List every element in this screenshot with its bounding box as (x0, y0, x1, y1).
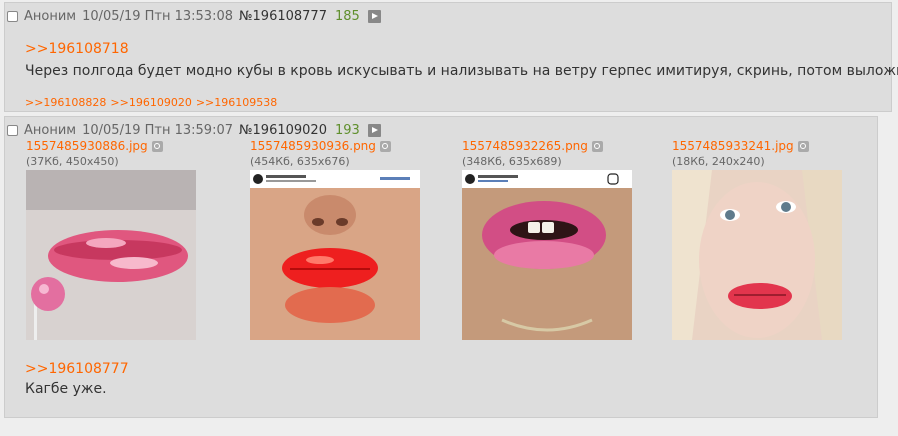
checkbox-icon[interactable] (7, 10, 18, 22)
post-text: Кагбе уже. (25, 381, 107, 397)
file-name-link[interactable]: 1557485933241.jpg (672, 139, 794, 153)
attachment: 1557485930886.jpg (37Кб, 450x450) (26, 139, 196, 340)
file-info: (37Кб, 450x450) (26, 155, 119, 168)
post-count: 193 (334, 122, 360, 138)
post-header: Аноним 10/05/19 Птн 13:59:07 №196109020 … (7, 121, 381, 139)
backlinks: >>196108828 >>196109020 >>196109538 (25, 96, 277, 109)
post-number[interactable]: №196109020 (239, 123, 327, 138)
lips-thumbnail-4[interactable] (672, 170, 842, 340)
post-196109020: Аноним 10/05/19 Птн 13:59:07 №196109020 … (4, 116, 878, 418)
file-info: (454Кб, 635x676) (250, 155, 350, 168)
zoom-icon[interactable] (797, 140, 809, 152)
post-date: 10/05/19 Птн 13:53:08 (82, 8, 233, 24)
post-date: 10/05/19 Птн 13:59:07 (82, 122, 233, 138)
file-name-link[interactable]: 1557485932265.png (462, 139, 588, 153)
post-number[interactable]: №196108777 (239, 9, 327, 24)
checkbox-icon[interactable] (7, 124, 18, 136)
file-info: (18Кб, 240x240) (672, 155, 765, 168)
poster-name: Аноним (24, 122, 77, 138)
reply-link[interactable]: >>196108718 (25, 41, 129, 57)
file-name-link[interactable]: 1557485930936.png (250, 139, 376, 153)
zoom-icon[interactable] (591, 140, 603, 152)
post-header: Аноним 10/05/19 Птн 13:53:08 №196108777 … (7, 7, 381, 25)
lips-thumbnail-2[interactable] (250, 170, 420, 340)
attachment: 1557485933241.jpg (18Кб, 240x240) (672, 139, 842, 340)
backlink[interactable]: >>196108828 (25, 96, 106, 109)
poster-name: Аноним (24, 8, 77, 24)
attachment: 1557485932265.png (348Кб, 635x689) (462, 139, 632, 340)
backlink[interactable]: >>196109020 (110, 96, 191, 109)
post-count: 185 (334, 8, 360, 24)
play-icon[interactable] (367, 123, 381, 137)
lips-thumbnail-3[interactable] (462, 170, 632, 340)
file-name-link[interactable]: 1557485930886.jpg (26, 139, 148, 153)
backlink[interactable]: >>196109538 (196, 96, 277, 109)
lips-thumbnail-1[interactable] (26, 170, 196, 340)
post-196108777: Аноним 10/05/19 Птн 13:53:08 №196108777 … (4, 2, 898, 112)
file-info: (348Кб, 635x689) (462, 155, 562, 168)
play-icon[interactable] (367, 9, 381, 23)
zoom-icon[interactable] (379, 140, 391, 152)
reply-link[interactable]: >>196108777 (25, 361, 129, 377)
zoom-icon[interactable] (151, 140, 163, 152)
post-text: Через полгода будет модно кубы в кровь и… (25, 63, 898, 79)
attachment: 1557485930936.png (454Кб, 635x676) (250, 139, 420, 340)
